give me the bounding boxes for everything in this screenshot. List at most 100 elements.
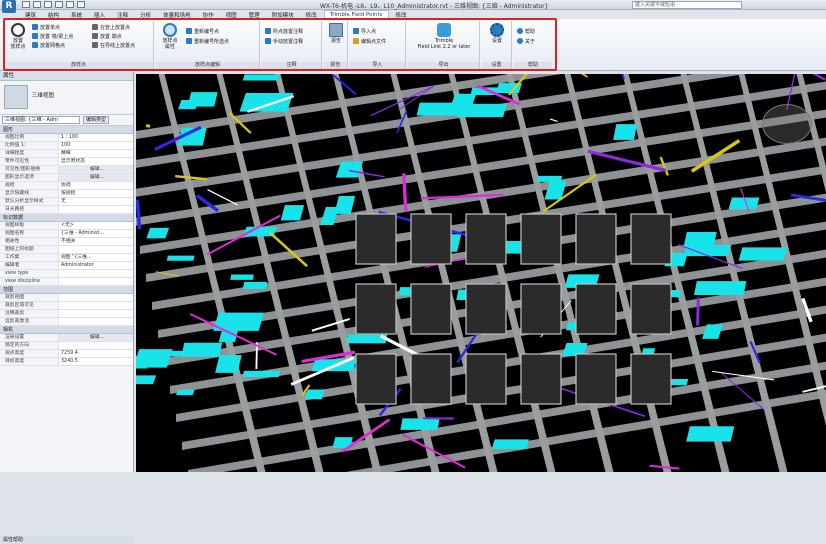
save-icon[interactable] <box>33 1 41 8</box>
room-wall <box>411 214 451 264</box>
property-value[interactable]: 100 <box>58 142 133 149</box>
duct <box>243 282 268 289</box>
property-section-header[interactable]: 相机 <box>0 326 133 334</box>
property-value[interactable]: {三维 - Administ... <box>58 230 133 237</box>
property-row: 视图比例1 : 100 <box>0 134 133 142</box>
property-value[interactable]: 1 : 100 <box>58 134 133 141</box>
property-value[interactable] <box>58 294 133 301</box>
type-selector[interactable]: 三维视图 <box>0 81 133 115</box>
property-row: 图纸上的标题 <box>0 246 133 254</box>
pipe <box>550 119 557 121</box>
property-row: 规程协调 <box>0 182 133 190</box>
property-value[interactable] <box>58 310 133 317</box>
property-name: view discipline <box>0 278 58 285</box>
duct <box>281 205 304 220</box>
property-section-header[interactable]: 标识数据 <box>0 214 133 222</box>
property-name: 注释裁剪 <box>0 310 58 317</box>
window-title: WX-T6-机电 -L6、L9、L10_Administrator.rvt - … <box>320 1 548 10</box>
property-name: 工作集 <box>0 254 58 261</box>
property-row: 远剪裁激活 <box>0 318 133 326</box>
room-wall <box>521 214 561 264</box>
room-wall <box>466 214 506 264</box>
duct <box>146 228 169 238</box>
pipe <box>137 200 139 230</box>
property-name: 图形显示选项 <box>0 174 58 181</box>
property-value[interactable]: Administrator <box>58 262 133 269</box>
property-value[interactable] <box>58 278 133 285</box>
duct <box>305 389 325 399</box>
property-name: 目标高度 <box>0 358 58 365</box>
pipe <box>175 176 206 179</box>
edit-type-button[interactable]: 编辑类型 <box>83 116 109 124</box>
property-value[interactable] <box>58 342 133 349</box>
property-name: 零件可见性 <box>0 158 58 165</box>
redo-icon[interactable] <box>55 1 63 8</box>
duct <box>694 281 746 295</box>
duct <box>684 232 717 247</box>
property-name: 渲染设置 <box>0 334 58 341</box>
property-value[interactable]: 7259.4 <box>58 350 133 357</box>
properties-help-link[interactable]: 属性帮助 <box>0 536 134 544</box>
property-name: 视图名称 <box>0 230 58 237</box>
property-name: 编辑者 <box>0 262 58 269</box>
room-wall <box>521 354 561 404</box>
property-row: 视图名称{三维 - Administ... <box>0 230 133 238</box>
room-wall <box>521 284 561 334</box>
type-name: 三维视图 <box>32 91 54 99</box>
room-wall <box>411 354 451 404</box>
property-name: 视点高度 <box>0 350 58 357</box>
undo-icon[interactable] <box>44 1 52 8</box>
open-icon[interactable] <box>22 1 30 8</box>
duct <box>176 390 195 396</box>
print-icon[interactable] <box>66 1 74 8</box>
property-row: 视点高度7259.4 <box>0 350 133 358</box>
room-wall <box>466 354 506 404</box>
property-name: 显示隐藏线 <box>0 190 58 197</box>
search-input[interactable]: 键入关键字或短语 <box>632 1 742 9</box>
duct <box>739 247 788 260</box>
property-value[interactable] <box>58 302 133 309</box>
pipe <box>208 190 238 205</box>
property-value[interactable]: <无> <box>58 222 133 229</box>
room-wall <box>576 354 616 404</box>
property-name: 默认分析显示样式 <box>0 198 58 205</box>
pipe <box>404 173 406 211</box>
property-section-header[interactable]: 图形 <box>0 126 133 134</box>
property-value[interactable] <box>58 246 133 253</box>
property-value[interactable]: 按规程 <box>58 190 133 197</box>
property-value[interactable]: 精细 <box>58 150 133 157</box>
duct <box>243 74 280 80</box>
property-value[interactable]: 编辑... <box>58 334 133 341</box>
3d-view-canvas[interactable] <box>136 74 826 472</box>
property-value[interactable]: 不相关 <box>58 238 133 245</box>
quick-access-toolbar <box>22 1 85 8</box>
room-wall <box>356 214 396 264</box>
application-menu-button[interactable]: R <box>2 0 16 13</box>
property-value[interactable]: 协调 <box>58 182 133 189</box>
room-wall <box>631 214 671 264</box>
property-value[interactable]: 无 <box>58 198 133 205</box>
property-value[interactable] <box>58 270 133 277</box>
viewcube-icon[interactable] <box>762 104 812 144</box>
instance-selector[interactable]: 三维视图: {三维 - Adm <box>2 116 80 124</box>
property-name: 图纸上的标题 <box>0 246 58 253</box>
property-name: 视图比例 <box>0 134 58 141</box>
property-value[interactable]: 3240.5 <box>58 358 133 365</box>
property-row: 详细程度精细 <box>0 150 133 158</box>
property-name: 视图样板 <box>0 222 58 229</box>
property-name: 远剪裁激活 <box>0 318 58 325</box>
property-value[interactable]: 显示原状态 <box>58 158 133 165</box>
property-value[interactable]: 编辑... <box>58 166 133 173</box>
duct <box>686 426 734 441</box>
duct <box>215 355 242 373</box>
duct <box>239 93 293 112</box>
property-section-header[interactable]: 范围 <box>0 286 133 294</box>
property-value[interactable]: 视图 "{三维... <box>58 254 133 261</box>
property-name: 比例值 1: <box>0 142 58 149</box>
property-value[interactable] <box>58 206 133 213</box>
property-value[interactable]: 编辑... <box>58 174 133 181</box>
property-row: 视图样板<无> <box>0 222 133 230</box>
measure-icon[interactable] <box>77 1 85 8</box>
property-value[interactable] <box>58 318 133 325</box>
property-row: 图形显示选项编辑... <box>0 174 133 182</box>
